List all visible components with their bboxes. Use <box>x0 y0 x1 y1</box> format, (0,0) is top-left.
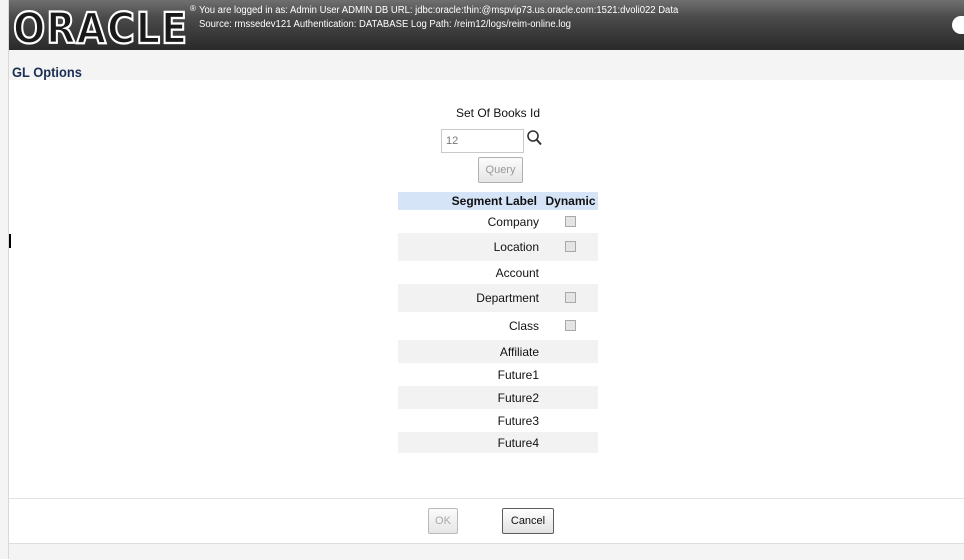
table-row: Location <box>398 233 598 261</box>
query-button[interactable]: Query <box>478 157 523 183</box>
dynamic-cell <box>543 432 598 453</box>
table-row: Affiliate <box>398 340 598 363</box>
session-info-line-2: Source: rmssedev121 Authentication: DATA… <box>199 19 571 30</box>
app-header: ORACLE ® You are logged in as: Admin Use… <box>9 0 964 50</box>
window-left-frame <box>0 0 9 559</box>
segment-label: Account <box>398 261 543 284</box>
session-info: You are logged in as: Admin User ADMIN D… <box>199 4 678 32</box>
table-row: Account <box>398 261 598 284</box>
footer-bar <box>9 498 964 544</box>
dynamic-checkbox-class[interactable] <box>565 320 576 332</box>
ok-button[interactable]: OK <box>428 508 458 534</box>
table-row: Future4 <box>398 432 598 453</box>
dynamic-cell <box>543 386 598 409</box>
session-info-line-1: You are logged in as: Admin User ADMIN D… <box>199 5 679 16</box>
dynamic-cell <box>543 409 598 432</box>
table-row: Future1 <box>398 363 598 386</box>
table-row: Class <box>398 312 598 340</box>
table-row: Department <box>398 284 598 312</box>
dynamic-cell <box>543 210 598 233</box>
set-of-books-label: Set Of Books Id <box>455 106 541 120</box>
dynamic-cell <box>543 363 598 386</box>
title-bar: GL Options <box>9 50 964 80</box>
magnifier-icon[interactable] <box>526 129 544 149</box>
header-corner-button[interactable] <box>952 16 964 34</box>
segment-label: Future3 <box>398 409 543 432</box>
segment-label: Future4 <box>398 432 543 453</box>
column-header-dynamic: Dynamic <box>543 192 598 210</box>
segment-label: Company <box>398 210 543 233</box>
column-header-segment-label: Segment Label <box>398 192 543 210</box>
bottom-strip <box>9 543 964 560</box>
segment-label: Affiliate <box>398 340 543 363</box>
dynamic-cell <box>543 233 598 261</box>
dynamic-cell <box>543 312 598 340</box>
dynamic-cell <box>543 261 598 284</box>
set-of-books-input[interactable] <box>441 129 524 153</box>
segment-label: Class <box>398 312 543 340</box>
table-row: Future3 <box>398 409 598 432</box>
dynamic-checkbox-location[interactable] <box>565 241 576 253</box>
dynamic-checkbox-company[interactable] <box>565 215 576 227</box>
segment-label: Location <box>398 233 543 261</box>
text-cursor-mark <box>9 234 11 248</box>
dynamic-checkbox-department[interactable] <box>565 292 576 304</box>
segment-table: Segment Label Dynamic Company Location A… <box>398 192 598 453</box>
segment-label: Department <box>398 284 543 312</box>
dynamic-cell <box>543 340 598 363</box>
segment-label: Future1 <box>398 363 543 386</box>
cancel-button[interactable]: Cancel <box>502 508 554 534</box>
page-title: GL Options <box>12 64 82 80</box>
segment-label: Future2 <box>398 386 543 409</box>
table-header-row: Segment Label Dynamic <box>398 192 598 210</box>
dynamic-cell <box>543 284 598 312</box>
registered-mark: ® <box>190 4 196 13</box>
oracle-logo: ORACLE <box>12 3 189 50</box>
table-row: Company <box>398 210 598 233</box>
table-row: Future2 <box>398 386 598 409</box>
